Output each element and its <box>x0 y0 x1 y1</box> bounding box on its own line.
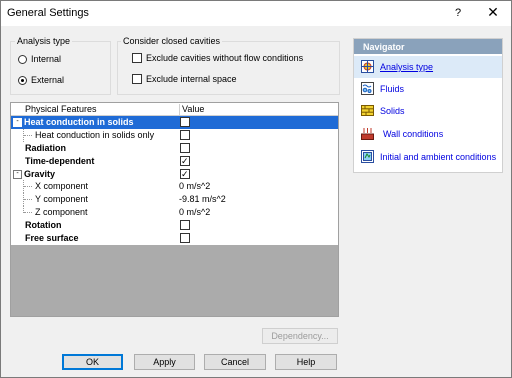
radio-button[interactable] <box>18 54 27 64</box>
close-icon[interactable]: ✕ <box>485 5 501 21</box>
grid-row-gravity[interactable]: - Gravity <box>11 168 338 181</box>
column-header-feature: Physical Features <box>25 104 97 114</box>
grid-row-x-component[interactable]: X component 0 m/s^2 <box>11 180 338 194</box>
heat-conduction-only-checkbox[interactable] <box>180 129 190 140</box>
closed-cavities-group: Consider closed cavities <box>117 35 340 95</box>
nav-item-label[interactable]: Fluids <box>380 84 404 94</box>
gravity-checkbox[interactable] <box>180 168 190 180</box>
grid-row-y-component[interactable]: Y component -9.81 m/s^2 <box>11 193 338 207</box>
row-label: Radiation <box>25 142 67 153</box>
nav-item-label[interactable]: Initial and ambient conditions <box>380 152 496 162</box>
exclude-cavities-label: Exclude cavities without flow conditions <box>146 53 304 63</box>
tree-line <box>24 199 32 201</box>
grid-row-heat-conduction[interactable]: - Heat conduction in solids <box>11 116 338 129</box>
heat-conduction-checkbox[interactable] <box>180 116 190 128</box>
row-value[interactable]: -9.81 m/s^2 <box>179 194 226 204</box>
nav-item-solids[interactable]: Solids <box>354 100 502 122</box>
analysis-type-icon <box>361 60 374 73</box>
tree-line <box>24 212 32 214</box>
help-icon[interactable]: ? <box>449 5 467 21</box>
nav-item-wall-conditions[interactable]: Wall conditions <box>354 123 502 145</box>
radio-button[interactable] <box>18 75 27 85</box>
checkbox[interactable] <box>132 53 142 63</box>
solids-icon <box>361 105 374 116</box>
fluids-icon <box>361 82 374 95</box>
analysis-type-group: Analysis type <box>10 35 111 95</box>
nav-item-initial-conditions[interactable]: Initial and ambient conditions <box>354 146 502 168</box>
time-dependent-checkbox[interactable] <box>180 155 190 167</box>
row-label: Y component <box>35 194 88 205</box>
row-label: X component <box>35 181 89 192</box>
tree-line <box>24 186 32 188</box>
dependency-button[interactable]: Dependency... <box>262 328 338 344</box>
help-button[interactable]: Help <box>275 354 337 370</box>
grid-rows: - Heat conduction in solids Heat conduct… <box>11 116 338 245</box>
radio-external[interactable]: External <box>18 75 64 85</box>
row-label: Heat conduction in solids <box>24 117 134 127</box>
closed-cavities-label: Consider closed cavities <box>121 35 223 47</box>
navigator-title: Navigator <box>363 42 405 52</box>
title-bar: General Settings ? ✕ <box>1 1 511 26</box>
nav-item-analysis-type[interactable]: Analysis type <box>354 56 502 78</box>
exclude-cavities-checkbox[interactable]: Exclude cavities without flow conditions <box>132 53 303 63</box>
radio-internal[interactable]: Internal <box>18 54 61 64</box>
cancel-button[interactable]: Cancel <box>204 354 266 370</box>
collapse-icon[interactable]: - <box>13 118 22 127</box>
radio-internal-label: Internal <box>31 54 62 64</box>
grid-row-time-dependent[interactable]: Time-dependent <box>11 155 338 168</box>
row-label: Gravity <box>24 168 56 179</box>
row-label: Z component <box>35 207 88 218</box>
window-title: General Settings <box>7 7 89 19</box>
grid-row-rotation[interactable]: Rotation <box>11 219 338 232</box>
checkbox[interactable] <box>132 74 142 84</box>
nav-item-label[interactable]: Wall conditions <box>383 129 443 139</box>
grid-row-free-surface[interactable]: Free surface <box>11 232 338 245</box>
nav-item-label[interactable]: Analysis type <box>380 62 433 72</box>
grid-row-radiation[interactable]: Radiation <box>11 142 338 155</box>
navigator-panel: Navigator Analysis type Fluids Solids Wa… <box>353 38 503 173</box>
radio-external-label: External <box>31 75 65 85</box>
exclude-internal-space-label: Exclude internal space <box>146 74 237 84</box>
free-surface-checkbox[interactable] <box>180 233 190 244</box>
collapse-icon[interactable]: - <box>13 169 22 179</box>
physical-features-grid[interactable]: Physical Features Value - Heat conductio… <box>10 102 339 317</box>
nav-item-label[interactable]: Solids <box>380 106 405 116</box>
grid-row-heat-conduction-only[interactable]: Heat conduction in solids only <box>11 128 338 142</box>
initial-conditions-icon <box>361 150 374 163</box>
analysis-type-label: Analysis type <box>15 35 73 47</box>
general-settings-dialog: General Settings ? ✕ Analysis type Inter… <box>0 0 512 378</box>
row-label: Rotation <box>25 220 62 231</box>
row-label: Free surface <box>25 233 79 244</box>
tree-line <box>24 134 32 136</box>
wall-conditions-icon <box>361 128 374 140</box>
grid-header: Physical Features Value <box>11 103 338 116</box>
row-label: Time-dependent <box>25 155 95 166</box>
row-value[interactable]: 0 m/s^2 <box>179 207 210 217</box>
column-header-value: Value <box>179 104 204 115</box>
grid-row-z-component[interactable]: Z component 0 m/s^2 <box>11 206 338 219</box>
exclude-internal-space-checkbox[interactable]: Exclude internal space <box>132 74 237 84</box>
row-value[interactable]: 0 m/s^2 <box>179 181 210 191</box>
nav-item-fluids[interactable]: Fluids <box>354 78 502 100</box>
navigator-header: Navigator <box>354 39 502 54</box>
ok-button[interactable]: OK <box>62 354 123 370</box>
radiation-checkbox[interactable] <box>180 142 190 153</box>
rotation-checkbox[interactable] <box>180 220 190 231</box>
row-label: Heat conduction in solids only <box>35 129 155 140</box>
apply-button[interactable]: Apply <box>134 354 195 370</box>
